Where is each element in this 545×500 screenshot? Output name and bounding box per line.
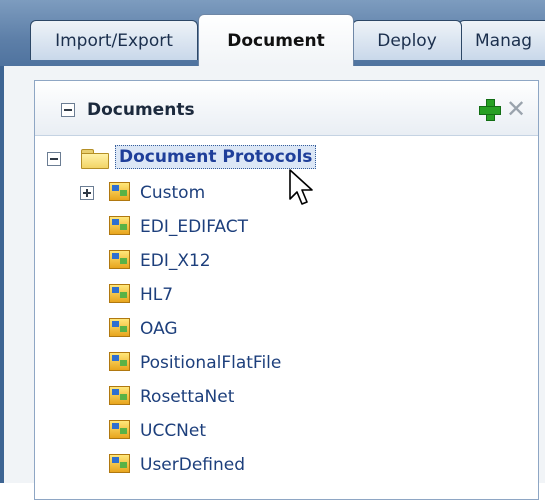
protocol-icon: [109, 182, 130, 201]
tree-item-label[interactable]: OAG: [140, 319, 178, 339]
tree-item-label[interactable]: EDI_EDIFACT: [140, 217, 248, 237]
protocol-icon: [109, 284, 130, 303]
tree-item-rosettanet[interactable]: RosettaNet: [35, 381, 538, 411]
tree-item-positional-flat-file[interactable]: PositionalFlatFile: [35, 347, 538, 377]
tree-item-uccnet[interactable]: UCCNet: [35, 415, 538, 445]
tree-item-label[interactable]: UserDefined: [140, 455, 245, 475]
tree-collapse-toggle[interactable]: [47, 152, 61, 166]
tree-item-oag[interactable]: OAG: [35, 313, 538, 343]
tree-item-label[interactable]: RosettaNet: [140, 387, 234, 407]
content-area: Documents ✕ Document Protocols Custom ED…: [0, 66, 545, 500]
tree-item-edi-x12[interactable]: EDI_X12: [35, 245, 538, 275]
protocol-icon: [109, 318, 130, 337]
tree-row-root[interactable]: Document Protocols: [35, 143, 538, 173]
tree-item-label[interactable]: UCCNet: [140, 421, 206, 441]
tree-item-edi-edifact[interactable]: EDI_EDIFACT: [35, 211, 538, 241]
tree-item-label[interactable]: EDI_X12: [140, 251, 211, 271]
protocol-icon: [109, 216, 130, 235]
panel-title: Documents: [87, 100, 195, 120]
panel-header: Documents ✕: [35, 81, 538, 136]
mouse-cursor-icon: [289, 169, 313, 205]
tree-item-user-defined[interactable]: UserDefined: [35, 449, 538, 479]
tree-item-custom[interactable]: Custom: [35, 177, 538, 207]
add-icon[interactable]: [478, 98, 501, 121]
tree-expand-toggle[interactable]: [80, 186, 94, 200]
tab-manage[interactable]: Manag: [458, 20, 545, 60]
documents-panel: Documents ✕ Document Protocols Custom ED…: [34, 80, 539, 500]
tab-document[interactable]: Document: [198, 14, 354, 66]
protocol-icon: [109, 420, 130, 439]
panel-collapse-toggle[interactable]: [61, 103, 75, 117]
protocol-icon: [109, 386, 130, 405]
tree-item-label[interactable]: PositionalFlatFile: [140, 353, 281, 373]
tab-deploy[interactable]: Deploy: [352, 20, 462, 60]
folder-icon: [81, 147, 109, 169]
delete-icon[interactable]: ✕: [505, 97, 527, 121]
protocol-icon: [109, 352, 130, 371]
tab-bar: Import/Export Manag Deploy Document: [0, 0, 545, 66]
tree-root-label[interactable]: Document Protocols: [115, 145, 317, 169]
tab-import-export[interactable]: Import/Export: [30, 20, 198, 60]
protocol-icon: [109, 454, 130, 473]
tree-item-label[interactable]: Custom: [140, 183, 205, 203]
tree-item-label[interactable]: HL7: [140, 285, 173, 305]
tree-item-hl7[interactable]: HL7: [35, 279, 538, 309]
protocol-icon: [109, 250, 130, 269]
